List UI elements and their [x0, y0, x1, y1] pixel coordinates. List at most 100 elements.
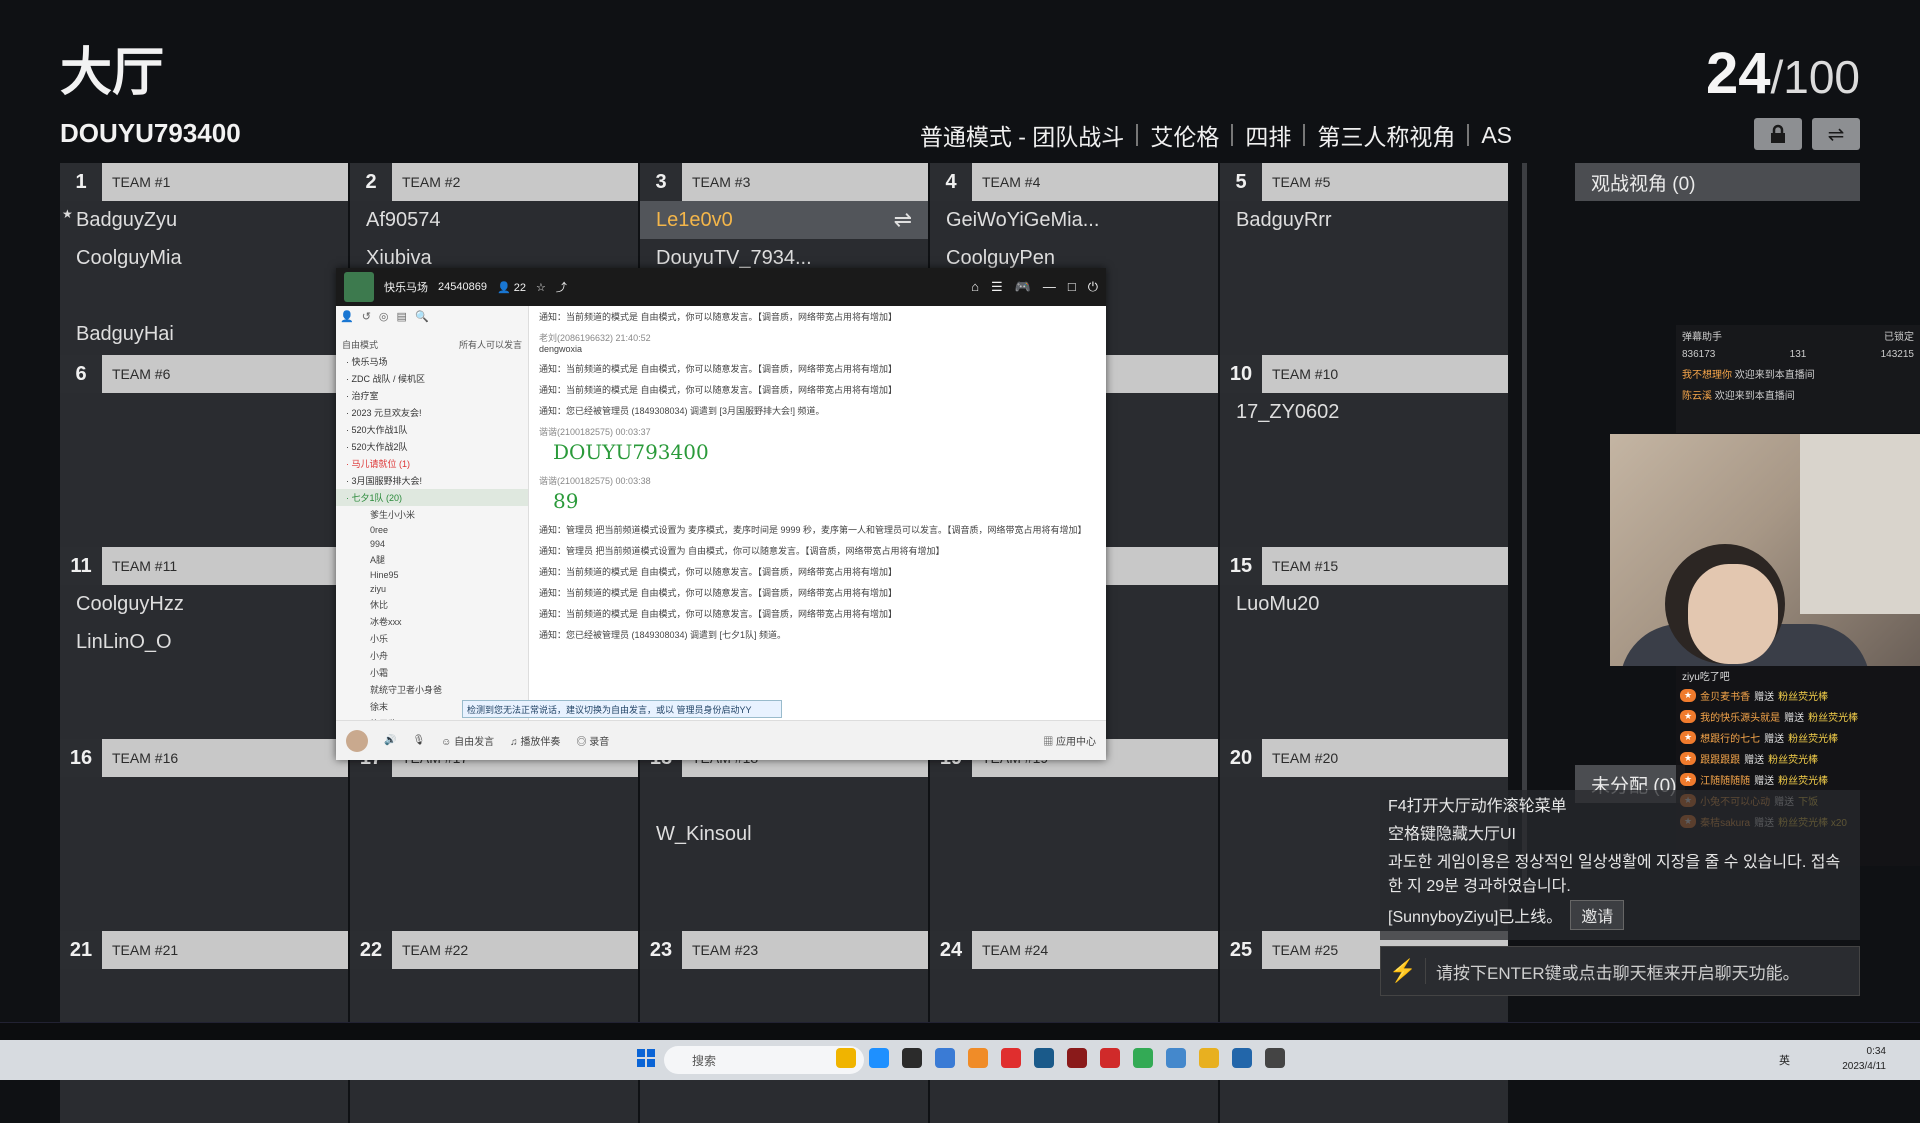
player-slot[interactable] — [350, 1083, 638, 1121]
player-slot[interactable] — [930, 853, 1218, 891]
taskbar-search[interactable]: 搜索 — [664, 1046, 864, 1074]
speaker-icon[interactable]: 🔊 — [384, 735, 396, 746]
yy-member-item[interactable]: 0ree — [336, 523, 528, 537]
taskbar-app-icon[interactable] — [1265, 1048, 1285, 1068]
yy-member-item[interactable]: 就统守卫者小身爸 — [336, 681, 528, 698]
yy-member-item[interactable]: 冰卷xxx — [336, 613, 528, 630]
yy-channel-item[interactable]: · 520大作战1队 — [336, 421, 528, 438]
player-slot[interactable]: Le1e0v0 ⇌ — [640, 201, 928, 239]
player-slot[interactable]: BadguyZyu ★ — [60, 201, 348, 239]
player-slot[interactable] — [60, 891, 348, 929]
invite-button[interactable]: 邀请 — [1570, 900, 1625, 930]
history-icon[interactable]: ↺ — [362, 310, 371, 332]
player-slot[interactable] — [640, 777, 928, 815]
team-header[interactable]: 3 TEAM #3 — [640, 163, 928, 201]
input-lang[interactable]: 英 — [1779, 1052, 1790, 1068]
player-slot[interactable] — [60, 661, 348, 699]
star-icon[interactable]: ☆ — [536, 281, 546, 294]
taskbar-app-icon[interactable] — [935, 1048, 955, 1068]
taskbar-clock[interactable]: 0:34 2023/4/11 — [1842, 1044, 1886, 1074]
team-header[interactable]: 1 TEAM #1 — [60, 163, 348, 201]
team-grid-scrollbar[interactable] — [1522, 163, 1527, 883]
player-slot[interactable]: LuoMu20 — [1220, 585, 1508, 623]
player-slot[interactable] — [60, 1083, 348, 1121]
yy-channel-item[interactable]: · ZDC 战队 / 候机区 — [336, 370, 528, 387]
player-slot[interactable] — [60, 431, 348, 469]
menu-icon[interactable]: ☰ — [991, 279, 1003, 295]
windows-start-icon[interactable] — [636, 1048, 656, 1068]
player-slot[interactable] — [350, 815, 638, 853]
power-icon[interactable]: ⏻ — [1088, 279, 1098, 295]
team-header[interactable]: 4 TEAM #4 — [930, 163, 1218, 201]
player-slot[interactable] — [1220, 1083, 1508, 1121]
spectator-slot[interactable]: 观战视角 (0) — [1575, 163, 1860, 201]
yy-member-item[interactable]: 小乐 — [336, 630, 528, 647]
yy-channel-item[interactable]: · 治疗室 — [336, 387, 528, 404]
team-header[interactable]: 23 TEAM #23 — [640, 931, 928, 969]
player-slot[interactable] — [350, 853, 638, 891]
home-icon[interactable]: ⌂ — [971, 279, 979, 295]
player-slot[interactable] — [60, 277, 348, 315]
chat-input[interactable]: ⚡ 请按下ENTER键或点击聊天框来开启聊天功能。 — [1380, 946, 1860, 996]
yy-member-item[interactable]: 休比 — [336, 596, 528, 613]
taskbar-app-icon[interactable] — [869, 1048, 889, 1068]
team-header[interactable]: 5 TEAM #5 — [1220, 163, 1508, 201]
player-slot[interactable]: W_Kinsoul — [640, 815, 928, 853]
player-slot[interactable] — [1220, 315, 1508, 353]
player-slot[interactable] — [1220, 239, 1508, 277]
gamepad-icon[interactable]: 🎮 — [1015, 279, 1031, 295]
player-slot[interactable] — [930, 891, 1218, 929]
app-center-button[interactable]: ▦ 应用中心 — [1043, 733, 1096, 748]
team-header[interactable]: 20 TEAM #20 — [1220, 739, 1508, 777]
team-header[interactable]: 2 TEAM #2 — [350, 163, 638, 201]
player-slot[interactable]: Af90574 — [350, 201, 638, 239]
user-icon[interactable]: 👤 — [340, 310, 354, 332]
team-header[interactable]: 15 TEAM #15 — [1220, 547, 1508, 585]
player-slot[interactable] — [60, 469, 348, 507]
team-header[interactable]: 24 TEAM #24 — [930, 931, 1218, 969]
player-slot[interactable] — [930, 815, 1218, 853]
player-slot[interactable] — [1220, 699, 1508, 737]
player-slot[interactable]: CoolguyHzz — [60, 585, 348, 623]
yy-member-item[interactable]: 小霜 — [336, 664, 528, 681]
location-icon[interactable]: ◎ — [379, 310, 389, 332]
yy-titlebar[interactable]: 快乐马场 24540869 👤 22 ☆ ⤴ ⌂ ☰ 🎮 — □ ⏻ — [336, 268, 1106, 306]
player-slot[interactable] — [60, 699, 348, 737]
swap-button[interactable]: ⇌ — [1812, 118, 1860, 150]
team-header[interactable]: 16 TEAM #16 — [60, 739, 348, 777]
player-slot[interactable]: BadguyRrr — [1220, 201, 1508, 239]
taskbar-app-icon[interactable] — [1034, 1048, 1054, 1068]
swap-slot-icon[interactable]: ⇌ — [894, 207, 912, 233]
minimize-icon[interactable]: — — [1043, 279, 1056, 295]
share-icon[interactable]: ⤴ — [556, 279, 567, 295]
mic-icon[interactable]: 🎙 — [412, 735, 425, 746]
yy-channel-item[interactable]: · 快乐马场 — [336, 353, 528, 370]
free-speak-button[interactable]: ☺ 自由发言 — [441, 733, 494, 748]
player-slot[interactable] — [640, 891, 928, 929]
player-slot[interactable] — [930, 969, 1218, 1007]
player-slot[interactable] — [60, 969, 348, 1007]
team-header[interactable]: 11 TEAM #11 — [60, 547, 348, 585]
player-slot[interactable] — [640, 853, 928, 891]
taskbar-app-icon[interactable] — [1001, 1048, 1021, 1068]
team-header[interactable]: 22 TEAM #22 — [350, 931, 638, 969]
taskbar-app-icon[interactable] — [1232, 1048, 1252, 1068]
accompaniment-button[interactable]: ♫ 播放伴奏 — [510, 733, 560, 748]
yy-member-item[interactable]: 爹生小小米 — [336, 506, 528, 523]
taskbar-app-icon[interactable] — [1067, 1048, 1087, 1068]
search-icon[interactable]: 🔍 — [415, 310, 429, 332]
player-slot[interactable] — [1220, 661, 1508, 699]
player-slot[interactable] — [60, 815, 348, 853]
team-header[interactable]: 10 TEAM #10 — [1220, 355, 1508, 393]
yy-member-item[interactable]: 小舟 — [336, 647, 528, 664]
taskbar-app-icon[interactable] — [836, 1048, 856, 1068]
record-button[interactable]: ◎ 录音 — [576, 733, 609, 748]
player-slot[interactable] — [350, 969, 638, 1007]
yy-channel-item[interactable]: · 2023 元旦欢友会! — [336, 404, 528, 421]
player-slot[interactable]: GeiWoYiGeMia... — [930, 201, 1218, 239]
yy-channel-item[interactable]: · 七夕1队 (20) — [336, 489, 528, 506]
self-avatar[interactable] — [346, 729, 368, 752]
player-slot[interactable]: 17_ZY0602 — [1220, 393, 1508, 431]
yy-channel-item[interactable]: · 520大作战2队 — [336, 438, 528, 455]
taskbar-app-icon[interactable] — [1133, 1048, 1153, 1068]
